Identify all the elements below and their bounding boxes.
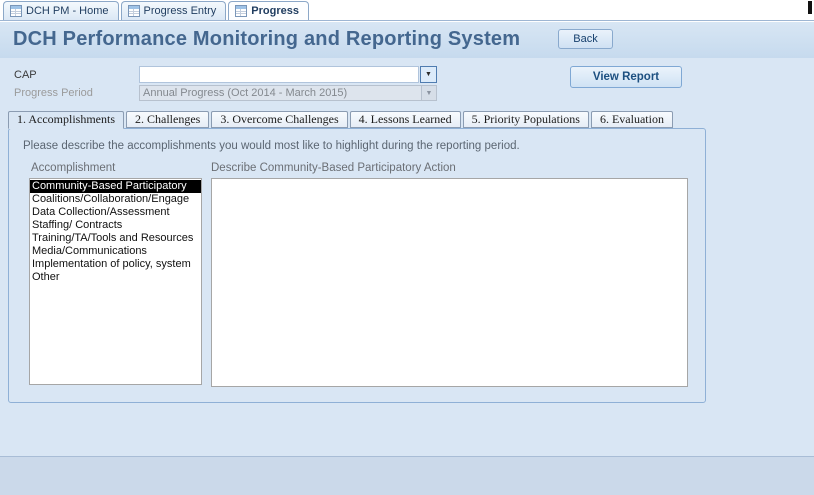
list-item[interactable]: Coalitions/Collaboration/Engage xyxy=(30,193,201,206)
list-item[interactable]: Implementation of policy, system xyxy=(30,258,201,271)
list-item[interactable]: Media/Communications xyxy=(30,245,201,258)
doc-tab-progress[interactable]: Progress xyxy=(228,1,309,20)
chevron-down-icon: ▼ xyxy=(426,90,433,97)
section-tab-bar: 1. Accomplishments 2. Challenges 3. Over… xyxy=(8,111,675,129)
cap-combobox[interactable]: ▼ xyxy=(139,66,437,83)
progress-period-combobox[interactable]: Annual Progress (Oct 2014 - March 2015) … xyxy=(139,85,437,101)
progress-period-value[interactable]: Annual Progress (Oct 2014 - March 2015) xyxy=(139,85,422,101)
describe-textarea[interactable] xyxy=(211,178,688,387)
view-report-button[interactable]: View Report xyxy=(570,66,682,88)
accomplishment-list-label: Accomplishment xyxy=(31,162,115,174)
accomplishments-pane: Please describe the accomplishments you … xyxy=(8,128,706,403)
form-icon xyxy=(10,5,22,17)
tab-overcome-challenges[interactable]: 3. Overcome Challenges xyxy=(211,111,347,128)
form-icon xyxy=(128,5,140,17)
scrollbar-thumb[interactable] xyxy=(808,1,812,14)
list-item[interactable]: Training/TA/Tools and Resources xyxy=(30,232,201,245)
doc-tab-progress-entry[interactable]: Progress Entry xyxy=(121,1,227,20)
progress-period-dropdown-button[interactable]: ▼ xyxy=(422,85,437,101)
page-title: DCH Performance Monitoring and Reporting… xyxy=(13,28,520,51)
header: DCH Performance Monitoring and Reporting… xyxy=(0,22,814,58)
list-item[interactable]: Community-Based Participatory xyxy=(30,180,201,193)
tab-evaluation[interactable]: 6. Evaluation xyxy=(591,111,673,128)
accomplishment-listbox[interactable]: Community-Based Participatory Coalitions… xyxy=(29,178,202,385)
doc-tab-label: DCH PM - Home xyxy=(26,5,109,17)
list-item[interactable]: Data Collection/Assessment xyxy=(30,206,201,219)
window-footer-area xyxy=(0,456,814,495)
list-item[interactable]: Other xyxy=(30,271,201,284)
application-window: DCH PM - Home Progress Entry Progress DC… xyxy=(0,0,814,495)
tab-accomplishments[interactable]: 1. Accomplishments xyxy=(8,111,124,129)
tab-lessons-learned[interactable]: 4. Lessons Learned xyxy=(350,111,461,128)
form-icon xyxy=(235,5,247,17)
doc-tab-label: Progress Entry xyxy=(144,5,217,17)
cap-dropdown-button[interactable]: ▼ xyxy=(420,66,437,83)
back-button[interactable]: Back xyxy=(558,29,613,49)
list-item[interactable]: Staffing/ Contracts xyxy=(30,219,201,232)
cap-label: CAP xyxy=(14,69,37,81)
doc-tab-dch-pm-home[interactable]: DCH PM - Home xyxy=(3,1,119,20)
chevron-down-icon: ▼ xyxy=(425,71,432,78)
doc-tab-label: Progress xyxy=(251,5,299,17)
cap-combobox-value[interactable] xyxy=(139,66,419,83)
describe-label: Describe Community-Based Participatory A… xyxy=(211,162,456,174)
tab-challenges[interactable]: 2. Challenges xyxy=(126,111,209,128)
document-tab-strip: DCH PM - Home Progress Entry Progress xyxy=(0,0,814,21)
progress-period-label: Progress Period xyxy=(14,87,93,99)
instruction-text: Please describe the accomplishments you … xyxy=(23,140,520,152)
tab-priority-populations[interactable]: 5. Priority Populations xyxy=(463,111,589,128)
